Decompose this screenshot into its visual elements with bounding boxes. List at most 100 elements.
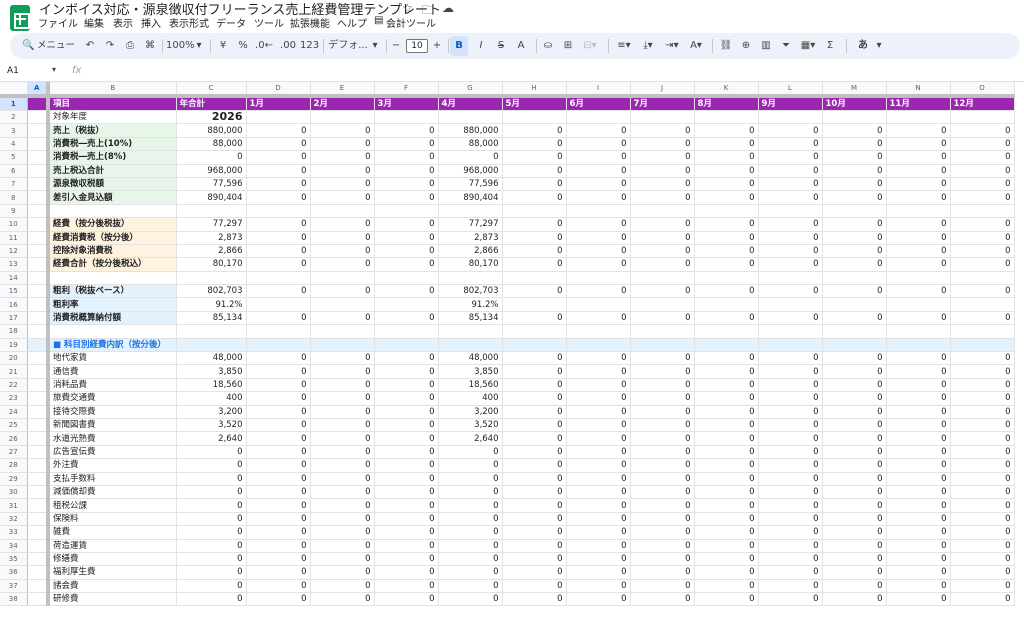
row-header[interactable]: 38 (0, 592, 28, 607)
month-cell[interactable]: 0 (566, 284, 631, 299)
month-cell[interactable]: 0 (374, 311, 439, 326)
month-cell[interactable]: 0 (566, 431, 631, 446)
month-cell[interactable]: 0 (822, 431, 887, 446)
month-cell[interactable]: 0 (758, 512, 823, 527)
year-total-cell[interactable]: 2,873 (176, 231, 247, 245)
row-header[interactable]: 12 (0, 244, 28, 259)
month-cell[interactable]: 0 (694, 257, 759, 272)
month-cell[interactable]: 0 (310, 351, 375, 366)
row-header[interactable]: 34 (0, 539, 28, 553)
month-cell[interactable]: 0 (502, 231, 567, 245)
month-cell[interactable]: 0 (694, 244, 759, 259)
borders-icon[interactable]: ⊞ (560, 33, 576, 59)
month-cell[interactable] (886, 338, 951, 353)
month-cell[interactable]: 0 (950, 485, 1015, 500)
cell[interactable] (27, 512, 50, 527)
month-cell[interactable]: 0 (502, 190, 567, 205)
month-cell[interactable] (822, 338, 887, 353)
month-cell[interactable]: 0 (886, 565, 951, 580)
month-cell[interactable] (630, 338, 695, 353)
month-cell[interactable]: 0 (694, 311, 759, 326)
month-cell[interactable]: 0 (374, 351, 439, 366)
month-cell[interactable]: 0 (822, 137, 887, 152)
month-cell[interactable]: 0 (694, 592, 759, 607)
month-cell[interactable]: 0 (310, 512, 375, 527)
month-cell[interactable] (694, 297, 759, 312)
row-label-cell[interactable]: 荷造運賃 (48, 539, 177, 553)
month-cell[interactable]: 0 (950, 177, 1015, 192)
month-cell[interactable]: 0 (566, 552, 631, 567)
month-cell[interactable]: 0 (822, 391, 887, 406)
row-header[interactable]: 35 (0, 552, 28, 567)
month-cell[interactable] (758, 271, 823, 286)
cell[interactable] (27, 552, 50, 567)
month-cell[interactable]: 0 (502, 257, 567, 272)
month-cell[interactable]: 0 (630, 150, 695, 165)
month-cell[interactable]: 0 (374, 378, 439, 393)
month-cell[interactable]: 0 (374, 284, 439, 299)
month-cell[interactable]: 0 (694, 217, 759, 232)
month-cell[interactable]: 0 (438, 539, 503, 553)
month-cell[interactable]: 0 (566, 231, 631, 245)
menu-extensions[interactable]: 拡張機能 (290, 15, 330, 30)
month-cell[interactable] (566, 338, 631, 353)
menu-format[interactable]: 表示形式 (169, 15, 209, 30)
month-cell[interactable]: 0 (310, 552, 375, 567)
menu-data[interactable]: データ (216, 15, 246, 30)
month-cell[interactable]: 0 (758, 525, 823, 540)
row-header[interactable]: 26 (0, 431, 28, 446)
star-icon[interactable]: ☆ (402, 1, 413, 15)
text-wrap-icon[interactable]: ⇥▾ (662, 33, 682, 59)
month-cell[interactable]: 0 (822, 565, 887, 580)
year-total-cell[interactable]: 0 (176, 485, 247, 500)
year-total-cell[interactable]: 0 (176, 445, 247, 460)
month-cell[interactable] (630, 204, 695, 219)
month-cell[interactable]: 0 (886, 445, 951, 460)
month-cell[interactable] (694, 324, 759, 339)
month-cell[interactable]: 0 (630, 539, 695, 553)
month-cell[interactable]: 0 (758, 231, 823, 245)
row-label-cell[interactable]: 消費税―売上(10%) (48, 137, 177, 152)
cloud-status-icon[interactable]: ☁ (442, 1, 454, 15)
month-cell[interactable]: 0 (822, 150, 887, 165)
month-cell[interactable]: 0 (246, 217, 311, 232)
menu-edit[interactable]: 編集 (84, 15, 104, 30)
header-cell[interactable]: 5月 (502, 96, 567, 111)
month-cell[interactable]: 0 (694, 512, 759, 527)
row-label-cell[interactable]: 粗利（税抜ベース） (48, 284, 177, 299)
month-cell[interactable]: 0 (438, 150, 503, 165)
month-cell[interactable]: 0 (630, 498, 695, 513)
month-cell[interactable]: 0 (246, 458, 311, 473)
month-cell[interactable]: 0 (694, 485, 759, 500)
month-cell[interactable]: 0 (502, 579, 567, 594)
text-color-button[interactable]: A (514, 33, 528, 59)
month-cell[interactable]: 0 (694, 539, 759, 553)
month-cell[interactable]: 0 (502, 217, 567, 232)
month-cell[interactable]: 0 (566, 418, 631, 433)
month-cell[interactable] (502, 204, 567, 219)
month-cell[interactable]: 0 (502, 485, 567, 500)
month-cell[interactable] (438, 110, 503, 125)
month-cell[interactable]: 3,200 (438, 405, 503, 419)
row-label-cell[interactable]: 外注費 (48, 458, 177, 473)
month-cell[interactable]: 0 (374, 231, 439, 245)
month-cell[interactable]: 0 (886, 579, 951, 594)
year-total-cell[interactable] (176, 338, 247, 353)
header-cell[interactable]: 7月 (630, 96, 695, 111)
month-cell[interactable]: 0 (886, 217, 951, 232)
row-header[interactable]: 19 (0, 338, 28, 353)
cell[interactable] (27, 378, 50, 393)
month-cell[interactable]: 0 (886, 150, 951, 165)
strikethrough-button[interactable]: S (494, 33, 508, 59)
month-cell[interactable]: 0 (310, 123, 375, 138)
month-cell[interactable]: 0 (758, 579, 823, 594)
year-total-cell[interactable]: 77,297 (176, 217, 247, 232)
month-cell[interactable]: 0 (566, 472, 631, 486)
month-cell[interactable]: 0 (502, 552, 567, 567)
month-cell[interactable]: 18,560 (438, 378, 503, 393)
month-cell[interactable] (822, 297, 887, 312)
column-header[interactable]: L (758, 82, 823, 98)
month-cell[interactable]: 0 (502, 177, 567, 192)
menu-insert[interactable]: 挿入 (141, 15, 161, 30)
month-cell[interactable]: 0 (758, 177, 823, 192)
